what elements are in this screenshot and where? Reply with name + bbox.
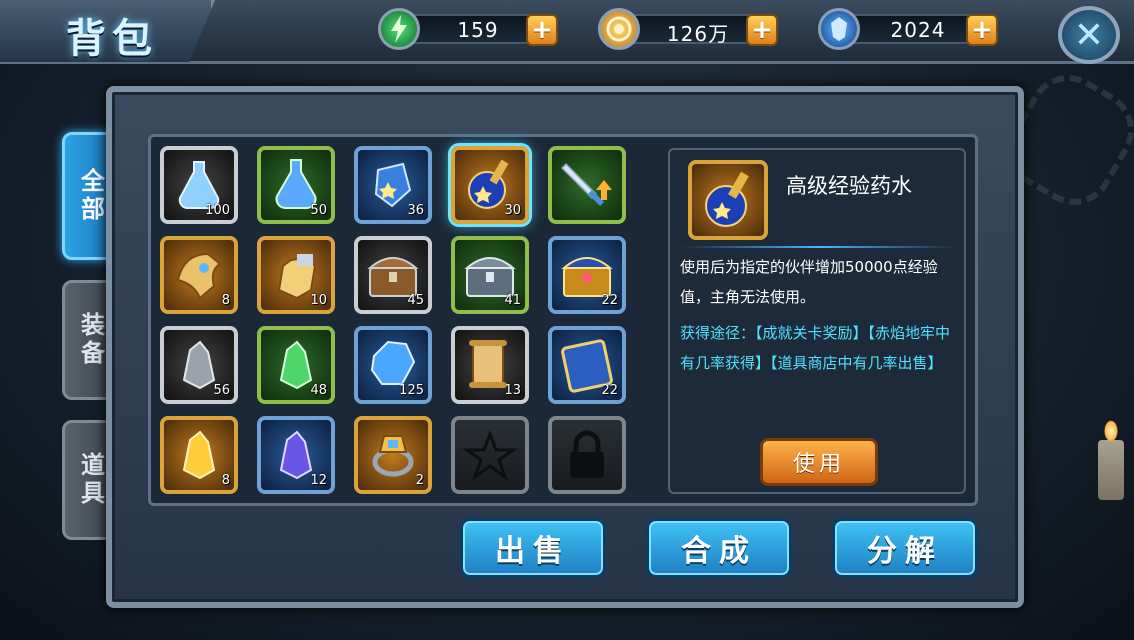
potion-bag-icon <box>688 160 768 240</box>
decompose-button[interactable]: 分解 <box>832 518 978 578</box>
slot-count: 125 <box>399 383 424 398</box>
inventory-slot-locked[interactable] <box>548 416 626 494</box>
candle-flame-decoration <box>1104 420 1118 442</box>
inventory-slot[interactable]: 10 <box>257 236 335 314</box>
item-source: 获得途径：【成就关卡奖励】【赤焰地牢中有几率获得】【道具商店中有几率出售】 <box>680 324 951 372</box>
lock-icon <box>552 420 622 490</box>
gem-value: 2024 <box>890 18 946 42</box>
inventory-slot[interactable]: 8 <box>160 236 238 314</box>
inventory-slot[interactable]: 48 <box>257 326 335 404</box>
slot-count: 13 <box>504 383 521 398</box>
stamina-value: 159 <box>457 18 499 42</box>
close-button[interactable]: ✕ <box>1058 6 1120 64</box>
inventory-slot-selected[interactable]: 30 <box>451 146 529 224</box>
slot-count: 41 <box>504 293 521 308</box>
lightning-icon <box>378 8 420 50</box>
inventory-slot[interactable]: 100 <box>160 146 238 224</box>
slot-count: 8 <box>221 293 230 308</box>
inventory-slot[interactable]: 8 <box>160 416 238 494</box>
slot-count: 12 <box>310 473 327 488</box>
gold-value: 126万 <box>666 22 730 46</box>
inventory-slot[interactable]: 22 <box>548 236 626 314</box>
stamina-add-button[interactable]: + <box>526 14 558 46</box>
inventory-slot[interactable]: 12 <box>257 416 335 494</box>
sword-icon <box>552 150 622 220</box>
slot-count: 30 <box>504 203 521 218</box>
page-title: 背包 <box>66 16 158 62</box>
top-bar: 背包 159 + 126万 + 2024 + ✕ <box>0 0 1134 64</box>
slot-count: 2 <box>415 473 424 488</box>
item-name: 高级经验药水 <box>786 174 912 198</box>
use-button[interactable]: 使用 <box>760 438 878 486</box>
slot-count: 10 <box>310 293 327 308</box>
detail-divider <box>680 246 958 248</box>
inventory-slot[interactable]: 22 <box>548 326 626 404</box>
sell-button[interactable]: 出售 <box>460 518 606 578</box>
inventory-slot[interactable]: 50 <box>257 146 335 224</box>
slot-count: 48 <box>310 383 327 398</box>
slot-count: 8 <box>221 473 230 488</box>
slot-count: 45 <box>407 293 424 308</box>
compose-button[interactable]: 合成 <box>646 518 792 578</box>
inventory-slot[interactable]: 56 <box>160 326 238 404</box>
inventory-grid: 100 50 36 30 8 10 45 41 22 56 48 125 13 … <box>150 136 638 502</box>
coin-icon <box>598 8 640 50</box>
slot-count: 22 <box>601 383 618 398</box>
inventory-slot[interactable]: 41 <box>451 236 529 314</box>
gold-add-button[interactable]: + <box>746 14 778 46</box>
inventory-slot[interactable]: 36 <box>354 146 432 224</box>
inventory-slot[interactable]: 125 <box>354 326 432 404</box>
slot-count: 50 <box>310 203 327 218</box>
crystal-icon <box>818 8 860 50</box>
gem-add-button[interactable]: + <box>966 14 998 46</box>
inventory-slot-empty[interactable] <box>451 416 529 494</box>
inventory-slot[interactable] <box>548 146 626 224</box>
slot-count: 100 <box>205 203 230 218</box>
slot-count: 22 <box>601 293 618 308</box>
inventory-slot[interactable]: 13 <box>451 326 529 404</box>
inventory-slot[interactable]: 45 <box>354 236 432 314</box>
slot-count: 36 <box>407 203 424 218</box>
star-outline-icon <box>455 420 525 490</box>
slot-count: 56 <box>213 383 230 398</box>
item-detail-panel: 高级经验药水 使用后为指定的伙伴增加50000点经验值，主角无法使用。 获得途径… <box>668 148 966 494</box>
item-description: 使用后为指定的伙伴增加50000点经验值，主角无法使用。 <box>680 258 938 306</box>
inventory-slot[interactable]: 2 <box>354 416 432 494</box>
candle-decoration <box>1098 440 1124 500</box>
